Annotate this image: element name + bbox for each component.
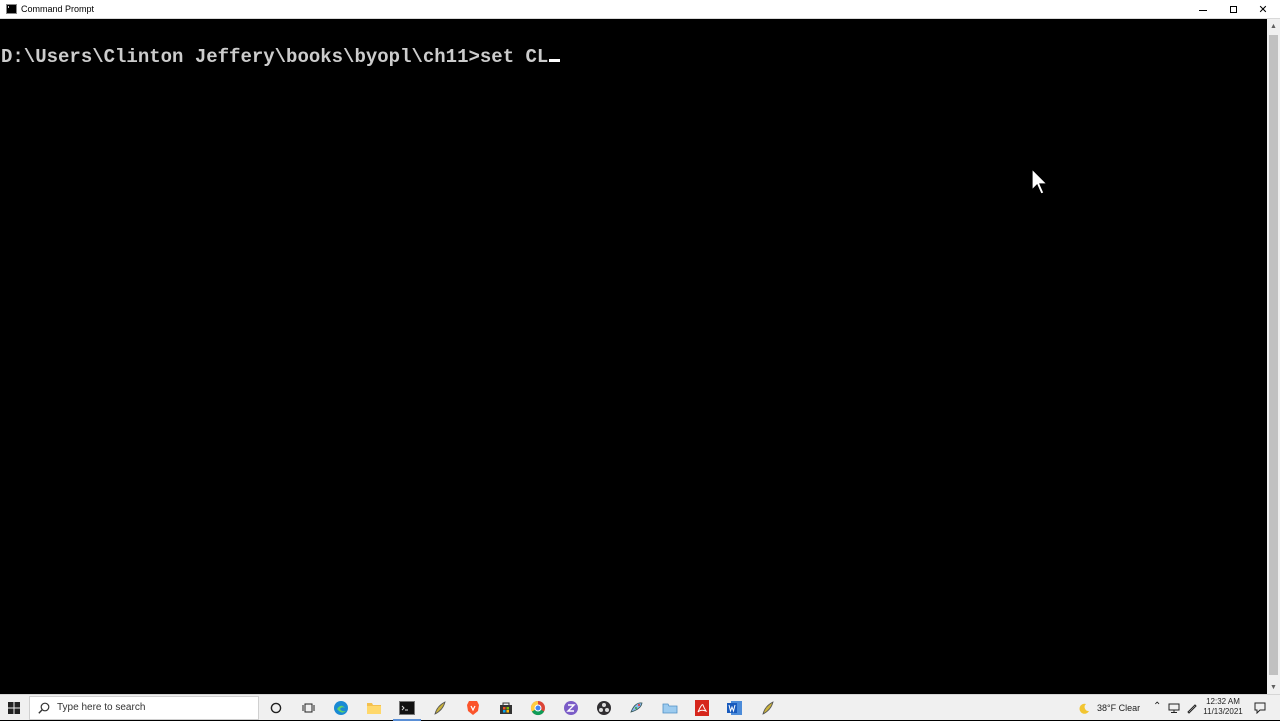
file-explorer-icon[interactable] [364, 698, 384, 718]
typed-command: set CL [479, 46, 549, 68]
folder-icon[interactable] [660, 698, 680, 718]
maximize-button[interactable] [1218, 0, 1248, 19]
close-button[interactable]: ✕ [1248, 0, 1278, 19]
windows-logo-icon [8, 702, 20, 714]
weather-text[interactable]: 38°F Clear [1097, 703, 1140, 713]
paint-icon[interactable] [627, 698, 647, 718]
start-button[interactable] [0, 695, 28, 721]
scroll-up-arrow-icon[interactable]: ▲ [1267, 19, 1280, 33]
brave-icon[interactable] [463, 698, 483, 718]
pen-icon[interactable] [1186, 702, 1198, 714]
unicon-icon[interactable] [430, 698, 450, 718]
prompt-line: D:\Users\Clinton Jeffery\books\byopl\ch1… [1, 46, 561, 68]
window-title: Command Prompt [21, 4, 95, 14]
search-icon [38, 702, 50, 714]
search-placeholder: Type here to search [57, 702, 146, 713]
word-icon[interactable] [725, 698, 745, 718]
taskbar-search-box[interactable]: Type here to search [29, 696, 259, 720]
minimize-button[interactable] [1188, 0, 1218, 19]
prompt-path: D:\Users\Clinton Jeffery\books\byopl\ch1… [1, 46, 480, 68]
cortana-icon[interactable] [266, 698, 286, 718]
maximize-icon [1229, 6, 1237, 13]
vertical-scrollbar[interactable]: ▲ ▼ [1267, 19, 1280, 694]
close-icon: ✕ [1258, 4, 1268, 16]
unicon-icon-2[interactable] [758, 698, 778, 718]
store-icon[interactable] [496, 698, 516, 718]
acrobat-icon[interactable] [692, 698, 712, 718]
minimize-icon [1199, 9, 1207, 11]
network-icon[interactable] [1168, 703, 1180, 713]
show-hidden-icons-chevron-icon[interactable]: ⌃ [1153, 701, 1161, 712]
system-clock[interactable]: 12:32 AM 11/13/2021 [1200, 697, 1246, 717]
console-output[interactable]: D:\Users\Clinton Jeffery\books\byopl\ch1… [0, 19, 1267, 694]
taskbar: Type here to search 38°F Clear ⌃ 12:32 A… [0, 694, 1280, 721]
scroll-thumb[interactable] [1269, 35, 1278, 675]
chrome-icon[interactable] [528, 698, 548, 718]
edge-icon[interactable] [331, 698, 351, 718]
command-prompt-icon [6, 4, 17, 14]
clock-date: 11/13/2021 [1203, 707, 1243, 716]
clock-time: 12:32 AM [1206, 697, 1240, 706]
scroll-down-arrow-icon[interactable]: ▼ [1267, 680, 1280, 694]
zotero-icon[interactable] [561, 698, 581, 718]
task-view-icon[interactable] [298, 698, 318, 718]
command-prompt-taskbar-icon[interactable] [393, 698, 421, 721]
obs-icon[interactable] [594, 698, 614, 718]
mouse-pointer-icon [1031, 168, 1049, 195]
weather-moon-icon[interactable] [1079, 703, 1090, 714]
text-cursor [549, 59, 561, 62]
notifications-icon[interactable] [1254, 702, 1266, 714]
title-bar: Command Prompt ✕ [0, 0, 1280, 19]
